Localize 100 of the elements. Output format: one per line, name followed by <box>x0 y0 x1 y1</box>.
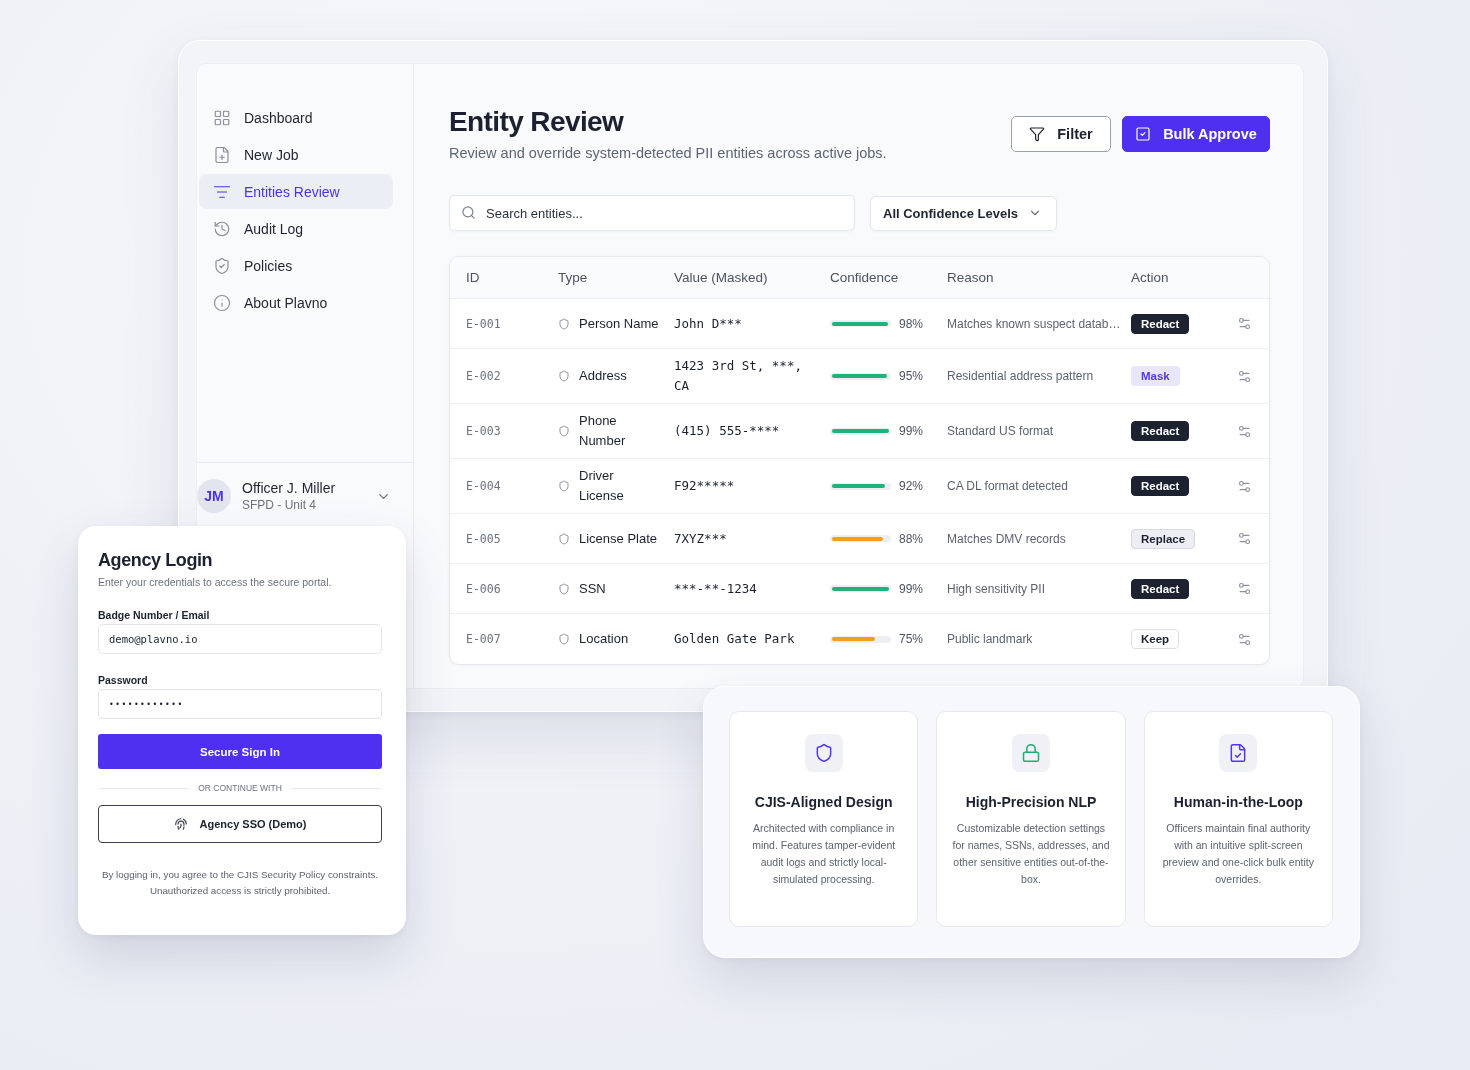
nav-item[interactable]: Dashboard <box>199 100 393 135</box>
entity-type: Address <box>579 367 627 385</box>
masked-value: F92***** <box>674 477 735 495</box>
confidence-reading: 75% <box>899 632 924 646</box>
search-icon <box>461 205 476 220</box>
feature-description: Customizable detection settings for names, SSNs, addresses, and other sensitive entities out-of-the-box. <box>951 821 1111 887</box>
confidence-reading: 88% <box>899 531 924 546</box>
entity-type: SSN <box>579 579 606 598</box>
action-tag[interactable]: Redact <box>1131 313 1190 334</box>
entity-id: E-007 <box>466 632 501 646</box>
filter-button[interactable]: Filter <box>1011 116 1111 152</box>
entity-id: E-001 <box>466 316 501 331</box>
login-subtitle: Enter your credentials to access the secure portal. <box>98 576 333 589</box>
user-unit: SFPD - Unit 4 <box>242 498 317 512</box>
entity-id: E-004 <box>466 479 501 493</box>
shield-icon <box>558 317 570 330</box>
reason-text: CA DL format detected <box>947 479 1068 493</box>
file-check-icon <box>1219 734 1258 772</box>
entity-id: E-003 <box>466 424 501 438</box>
shield-icon <box>804 734 843 772</box>
search-field[interactable]: Search entities... <box>449 195 855 231</box>
confidence-dropdown[interactable]: All Confidence Levels <box>870 195 1058 231</box>
entity-type: Phone Number <box>579 412 627 450</box>
feature-description: Officers maintain final authority with an intuitive split-screen preview and one-click bulk entity overrides. <box>1161 821 1315 887</box>
reason-text: High sensitivity PII <box>947 581 1046 596</box>
shield-icon <box>558 633 570 645</box>
history-icon <box>213 219 231 238</box>
feature-title: High-Precision NLP <box>965 794 1097 810</box>
sliders-icon <box>1236 368 1252 384</box>
column-header: Action <box>1131 270 1170 285</box>
info-icon <box>213 293 231 312</box>
entity-type: Location <box>579 630 629 648</box>
confidence-reading: 99% <box>899 424 924 438</box>
file-plus-icon <box>213 145 231 164</box>
masked-value: 7XYZ*** <box>674 529 727 548</box>
masked-value: (415) 555-**** <box>674 422 780 440</box>
feature-title: Human-in-the-Loop <box>1173 794 1303 810</box>
sliders-icon <box>1236 423 1252 439</box>
shield-icon <box>558 532 570 545</box>
masked-value: 1423 3rd St, ***, CA <box>674 357 803 395</box>
action-tag[interactable]: Redact <box>1131 421 1190 441</box>
avatar: JM <box>197 479 231 513</box>
fingerprint-icon <box>173 817 188 831</box>
shield-icon <box>558 582 570 595</box>
shield-check-icon <box>213 256 231 275</box>
login-title: Agency Login <box>98 550 214 570</box>
confidence-reading: 92% <box>899 479 924 493</box>
sliders-icon <box>1236 478 1252 494</box>
checkbox-icon <box>1135 126 1152 142</box>
row-settings-button[interactable] <box>1236 631 1252 647</box>
column-header: Confidence <box>830 270 900 285</box>
nav-item[interactable]: Entities Review <box>199 174 393 209</box>
row-settings-button[interactable] <box>1236 423 1252 439</box>
field-label: Password <box>98 674 149 686</box>
nav-item[interactable]: Policies <box>199 248 393 283</box>
grid-icon <box>213 108 231 127</box>
row-settings-button[interactable] <box>1236 581 1252 596</box>
entity-type: Person Name <box>579 314 659 333</box>
entity-id: E-006 <box>466 581 501 596</box>
column-header: ID <box>466 270 481 285</box>
action-tag[interactable]: Mask <box>1131 366 1180 386</box>
divider-label: OR CONTINUE WITH <box>198 783 282 793</box>
nav-item[interactable]: Audit Log <box>199 211 393 246</box>
reason-text: Matches DMV records <box>947 531 1066 546</box>
feature-title: CJIS-Aligned Design <box>754 794 893 810</box>
sliders-icon <box>1236 531 1252 546</box>
action-tag[interactable]: Replace <box>1131 528 1196 549</box>
reason-text: Standard US format <box>947 424 1054 438</box>
action-tag[interactable]: Redact <box>1131 578 1190 599</box>
password-field[interactable]: •••••••••••• <box>98 689 382 719</box>
nav-item[interactable]: New Job <box>199 137 393 172</box>
page-title: Entity Review <box>449 105 625 139</box>
user-name: Officer J. Miller <box>242 480 337 496</box>
entity-id: E-002 <box>466 369 501 383</box>
feature-description: Architected with compliance in mind. Features tamper-evident audit logs and strictly local-simulated processing. <box>751 821 897 887</box>
reason-text: Public landmark <box>947 632 1033 646</box>
masked-value: ***-**-1234 <box>674 579 757 598</box>
confidence-reading: 98% <box>899 316 924 331</box>
action-tag[interactable]: Redact <box>1131 476 1190 496</box>
reason-text: Residential address pattern <box>947 369 1094 383</box>
masked-value: John D*** <box>674 314 742 333</box>
confidence-reading: 95% <box>899 369 924 383</box>
row-settings-button[interactable] <box>1236 478 1252 494</box>
column-header: Type <box>558 270 589 285</box>
row-settings-button[interactable] <box>1236 368 1252 384</box>
legal-notice: By logging in, you agree to the CJIS Security Policy constraints. Unauthorized access is strictly prohibited. <box>100 868 380 898</box>
reason-text: Matches known suspect datab… <box>947 316 1121 331</box>
entity-type: License Plate <box>579 529 658 548</box>
bulk-approve-button[interactable]: Bulk Approve <box>1122 116 1270 152</box>
nav-item[interactable]: About Plavno <box>199 285 393 320</box>
sign-in-button[interactable]: Secure Sign In <box>98 734 382 769</box>
sliders-icon <box>1236 631 1252 647</box>
shield-icon <box>558 370 570 382</box>
sliders-icon <box>1236 316 1252 331</box>
row-settings-button[interactable] <box>1236 316 1252 331</box>
masked-value: Golden Gate Park <box>674 630 795 648</box>
email-field[interactable]: demo@plavno.io <box>98 624 382 654</box>
sso-button[interactable]: Agency SSO (Demo) <box>98 805 382 843</box>
row-settings-button[interactable] <box>1236 531 1252 546</box>
action-tag[interactable]: Keep <box>1131 629 1180 649</box>
